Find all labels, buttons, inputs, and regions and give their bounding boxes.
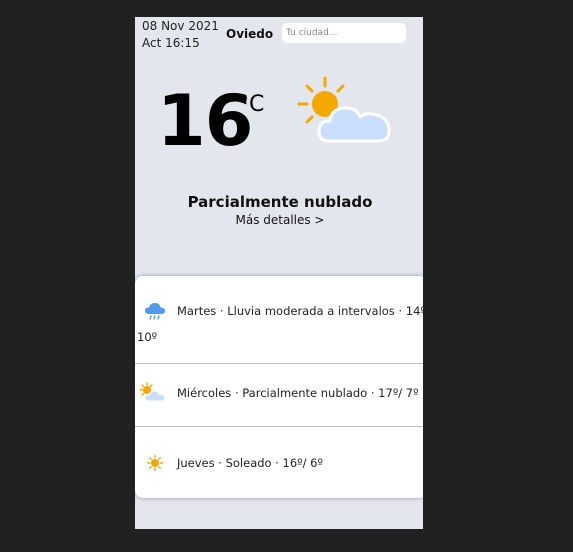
forecast-text: Martes · Lluvia moderada a intervalos · … xyxy=(177,304,423,318)
last-updated-time: Act 16:15 xyxy=(142,36,200,50)
divider xyxy=(135,426,423,427)
weather-app: 08 Nov 2021 Act 16:15 Oviedo 16 °C Parci… xyxy=(135,17,423,529)
divider xyxy=(135,363,423,364)
sun-behind-cloud-icon xyxy=(297,76,391,143)
sun-icon xyxy=(147,455,163,471)
more-details-link[interactable]: Más detalles > xyxy=(135,213,423,227)
forecast-panel: Martes · Lluvia moderada a intervalos · … xyxy=(135,276,423,498)
city-name: Oviedo xyxy=(226,27,274,41)
forecast-text: Miércoles · Parcialmente nublado · 17º/ … xyxy=(177,386,419,400)
forecast-text: Jueves · Soleado · 16º/ 6º xyxy=(177,456,323,470)
rain-cloud-icon xyxy=(145,303,165,320)
city-search-input[interactable] xyxy=(282,23,406,43)
forecast-text-continued: 10º xyxy=(137,330,158,344)
forecast-item: Martes · Lluvia moderada a intervalos · … xyxy=(135,298,423,360)
sun-behind-cloud-icon xyxy=(139,382,166,402)
current-condition: Parcialmente nublado xyxy=(187,193,373,211)
temperature-unit: °C xyxy=(238,92,265,117)
current-date: 08 Nov 2021 xyxy=(142,19,219,33)
